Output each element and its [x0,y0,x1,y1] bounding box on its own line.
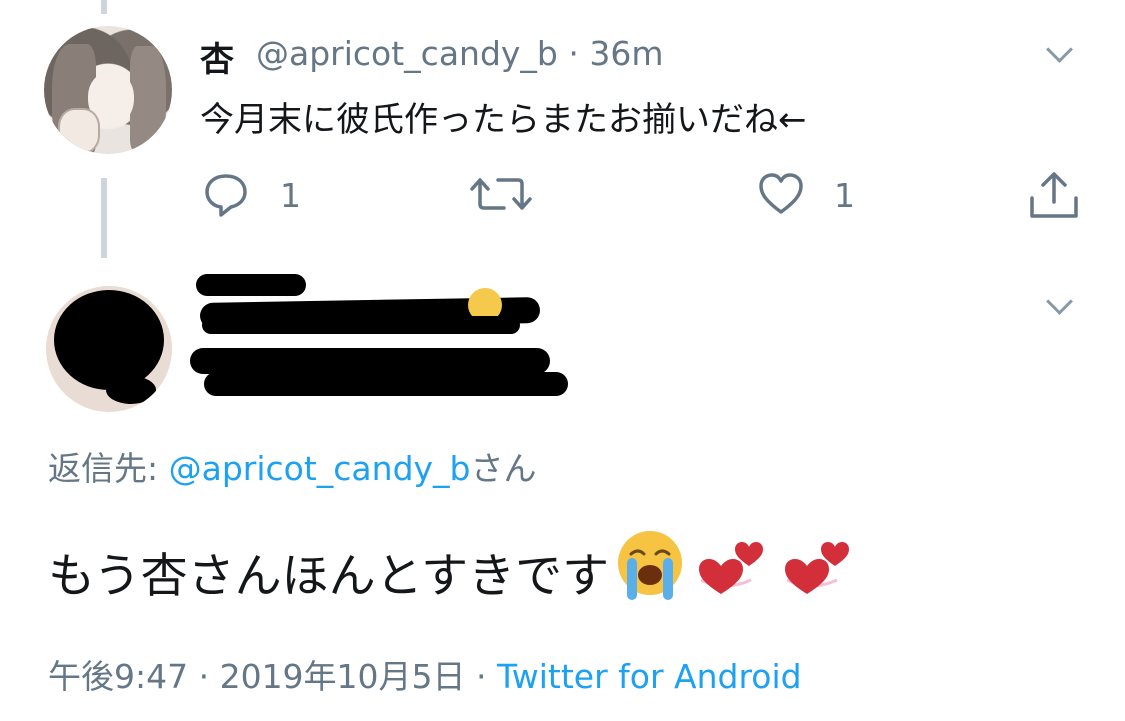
loudly-crying-face-icon [613,528,687,614]
redaction-scribble [202,316,520,334]
reply-to-line: 返信先: @apricot_candy_bさん [48,442,537,490]
tweet-meta: 午後9:47 · 2019年10月5日 · Twitter for Androi… [48,650,802,698]
thread-line [101,178,107,258]
two-hearts-icon [691,528,773,614]
avatar-hand [58,108,100,154]
reply-tweet-text-row: もう杏さんほんとすきです [48,528,859,614]
redaction-scribble [106,376,156,404]
user-handle[interactable]: @apricot_candy_b [256,34,558,73]
reply-to-mention[interactable]: @apricot_candy_b [169,449,471,488]
tweet-timestamp: 午後9:47 · 2019年10月5日 [48,657,466,696]
share-icon [1030,172,1078,218]
reply-icon [205,174,247,217]
separator: · [476,657,487,696]
separator: · [568,34,579,73]
user-avatar-redacted[interactable] [46,286,172,412]
tweet-text: 今月末に彼氏作ったらまたお揃いだね← [200,100,807,140]
share-button[interactable] [1028,170,1080,218]
redaction-scribble [204,372,568,396]
retweet-icon [470,178,532,210]
chevron-down-icon[interactable] [1046,36,1073,63]
like-count: 1 [834,176,855,215]
reply-to-suffix: さん [470,449,537,488]
two-hearts-icon [777,528,859,614]
heart-icon [759,173,803,214]
thread-line-top [101,0,107,14]
chevron-down-icon[interactable] [1046,288,1073,315]
reply-to-prefix: 返信先: [48,449,169,488]
tweet-source-link[interactable]: Twitter for Android [497,657,802,696]
tweet-age[interactable]: 36m [589,34,663,73]
retweet-button[interactable] [470,170,532,218]
reply-button[interactable]: 1 [204,170,301,218]
redaction-scribble [54,290,164,390]
redaction-scribble [196,274,306,296]
tweet-header-meta: @apricot_candy_b · 36m [256,34,664,73]
avatar-hair [130,46,166,150]
reply-count: 1 [280,176,301,215]
redaction-scribble [190,348,550,374]
user-avatar-apricot[interactable] [44,26,172,154]
display-name[interactable]: 杏 [200,32,234,81]
reply-tweet-text: もう杏さんほんとすきです [48,548,610,604]
like-button[interactable]: 1 [758,170,855,218]
